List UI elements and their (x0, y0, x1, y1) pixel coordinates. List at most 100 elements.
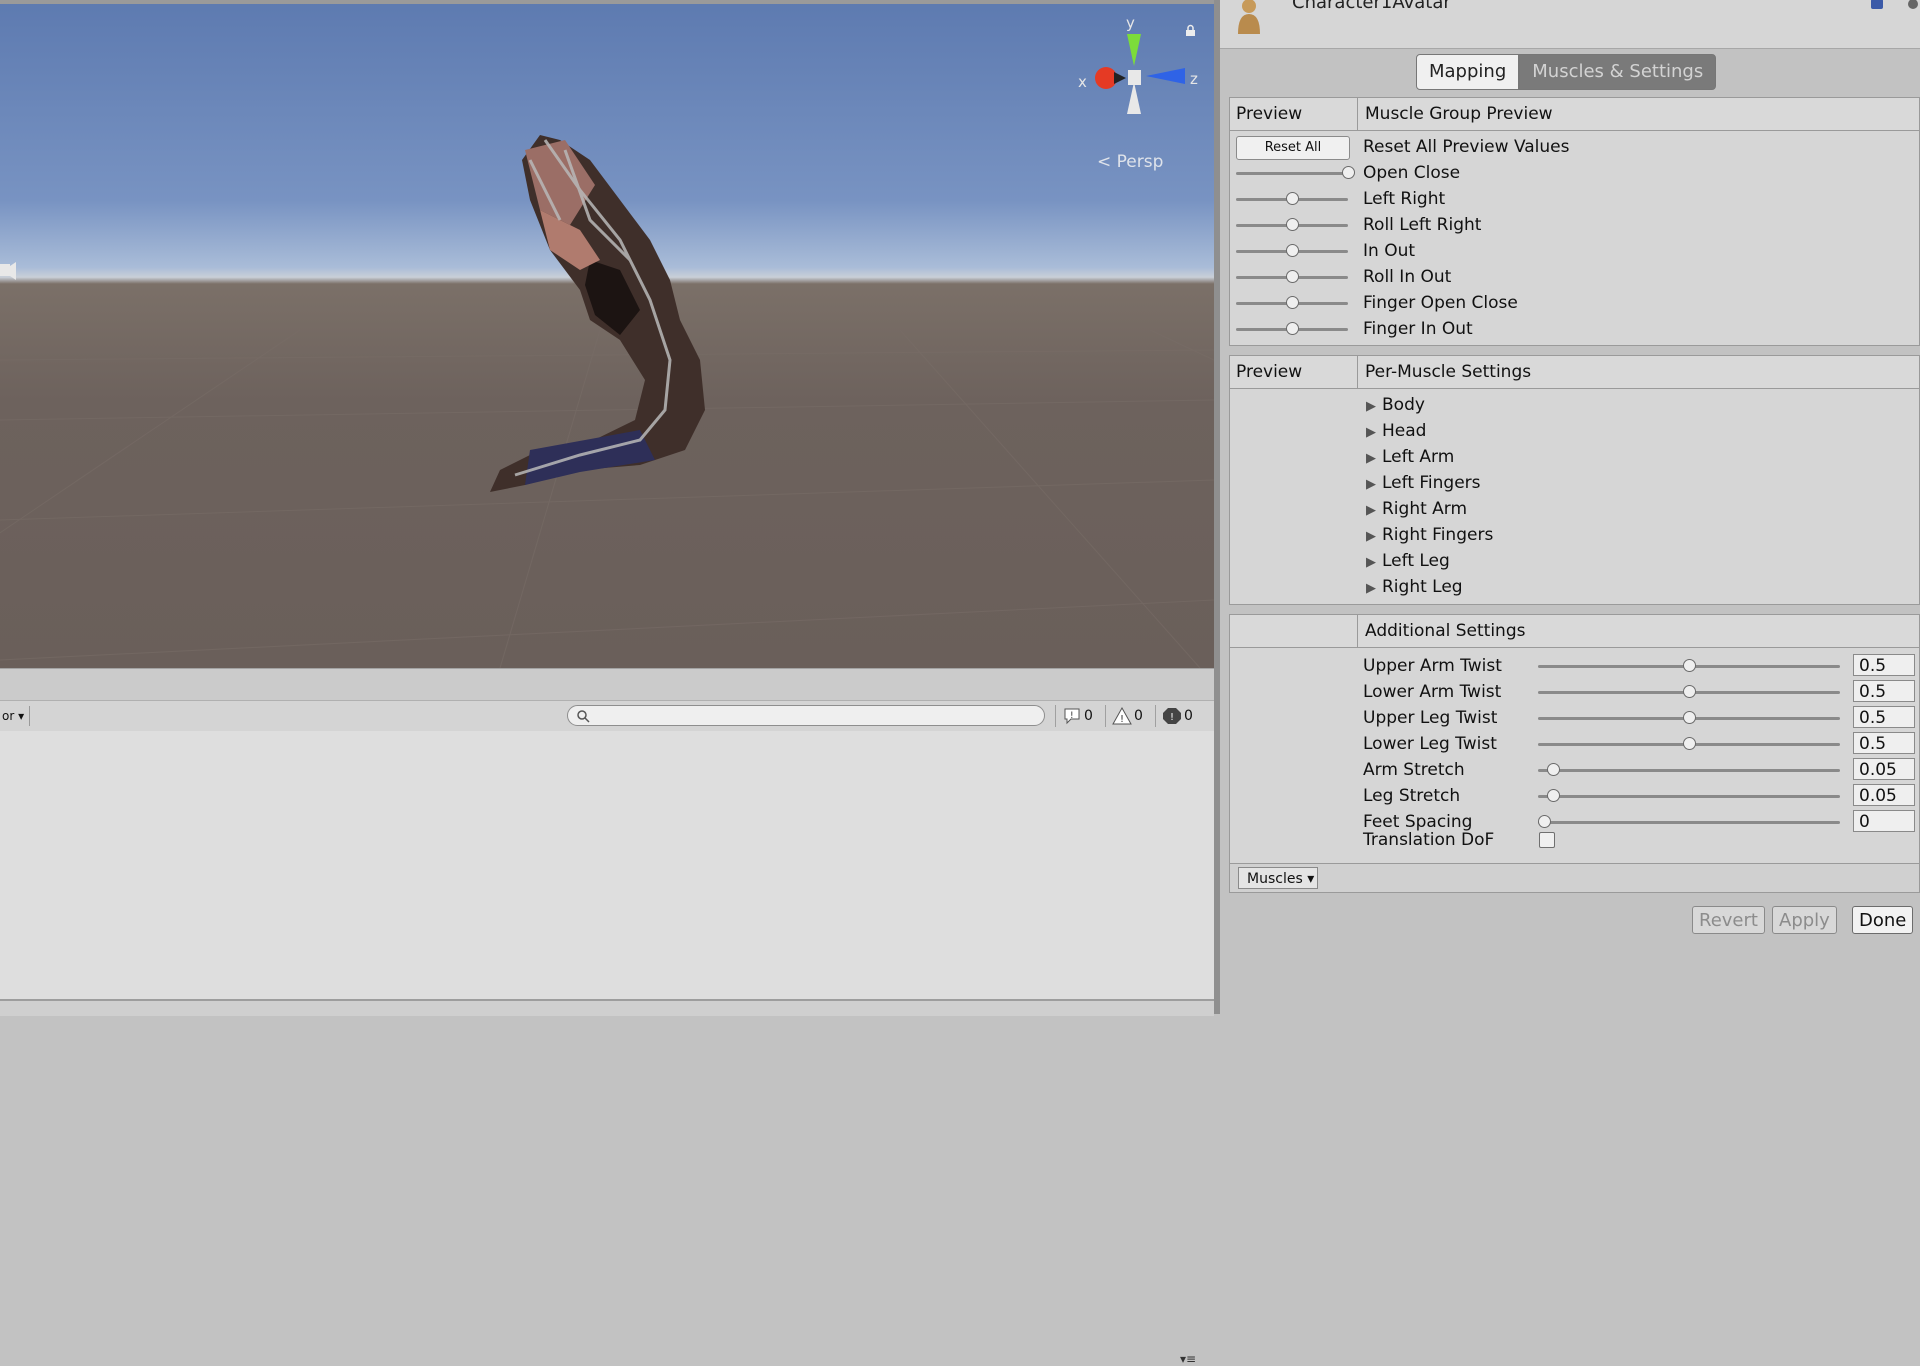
muscle-foldout-item[interactable]: ▶ Body (1366, 392, 1425, 420)
additional-setting-slider[interactable] (1538, 659, 1840, 672)
tab-mapping[interactable]: Mapping (1416, 54, 1520, 90)
foldout-arrow-icon[interactable]: ▶ (1366, 555, 1376, 570)
projection-toggle[interactable]: < Persp (1097, 152, 1163, 172)
muscle-group-slider[interactable] (1236, 218, 1348, 231)
gizmo-y-cone[interactable] (1127, 34, 1141, 66)
foldout-arrow-icon[interactable]: ▶ (1366, 503, 1376, 518)
additional-setting-slider[interactable] (1538, 711, 1840, 724)
gizmo-neg-x-cone[interactable] (1114, 72, 1126, 84)
settings-icon[interactable] (1906, 0, 1920, 10)
muscle-group-preview-title: Muscle Group Preview (1365, 104, 1553, 124)
additional-setting-slider[interactable] (1537, 815, 1840, 828)
foldout-arrow-icon[interactable]: ▶ (1366, 425, 1376, 440)
info-count: 0 (1084, 708, 1093, 724)
tab-muscles-settings[interactable]: Muscles & Settings (1519, 54, 1717, 90)
per-muscle-settings-panel: Preview Per-Muscle Settings ▶ Body ▶ Head ▶ L… (1229, 355, 1920, 605)
muscle-foldout-label: Left Fingers (1382, 473, 1481, 493)
console-search-input[interactable] (567, 705, 1045, 726)
foldout-arrow-icon[interactable]: ▶ (1366, 477, 1376, 492)
slider-thumb[interactable] (1546, 789, 1560, 802)
additional-setting-slider[interactable] (1538, 789, 1840, 802)
foldout-arrow-icon[interactable]: ▶ (1366, 451, 1376, 466)
muscles-bar: Muscles ▾ (1230, 863, 1919, 892)
muscle-group-slider[interactable] (1236, 166, 1355, 179)
gizmo-center-cube[interactable] (1128, 70, 1141, 85)
muscle-group-row: Open Close (1230, 160, 1919, 186)
help-icon[interactable] (1870, 0, 1884, 10)
lock-icon[interactable] (1184, 24, 1197, 37)
additional-setting-value-field[interactable]: 0.5 (1853, 706, 1915, 728)
muscle-group-slider[interactable] (1236, 192, 1348, 205)
preview-column-header: Preview (1230, 356, 1358, 388)
info-count-toggle[interactable]: ! 0 (1055, 705, 1105, 727)
slider-thumb[interactable] (1285, 244, 1299, 257)
axis-gizmo[interactable]: y x z (1070, 14, 1200, 134)
gizmo-x-label: x (1078, 73, 1087, 91)
slider-thumb[interactable] (1682, 737, 1696, 750)
muscle-foldout-item[interactable]: ▶ Right Arm (1366, 496, 1467, 524)
muscle-foldout-label: Right Fingers (1382, 525, 1494, 545)
additional-setting-value-field[interactable]: 0.05 (1853, 784, 1915, 806)
slider-thumb[interactable] (1682, 685, 1696, 698)
warning-count: 0 (1134, 708, 1143, 724)
slider-thumb[interactable] (1682, 659, 1696, 672)
muscle-foldout-item[interactable]: ▶ Right Fingers (1366, 522, 1493, 550)
muscle-foldout-item[interactable]: ▶ Head (1366, 418, 1426, 446)
muscle-foldout-item[interactable]: ▶ Left Arm (1366, 444, 1454, 472)
slider-thumb[interactable] (1285, 270, 1299, 283)
gizmo-z-cone[interactable] (1146, 68, 1185, 84)
additional-setting-value-field[interactable]: 0.05 (1853, 758, 1915, 780)
muscle-group-slider[interactable] (1236, 322, 1348, 335)
slider-thumb[interactable] (1682, 711, 1696, 724)
character-model[interactable] (470, 120, 790, 500)
muscle-group-slider[interactable] (1236, 244, 1348, 257)
per-muscle-settings-header: Preview Per-Muscle Settings (1230, 356, 1919, 389)
muscle-foldout-item[interactable]: ▶ Left Leg (1366, 548, 1450, 576)
error-count-toggle[interactable]: ! 0 (1155, 705, 1205, 727)
muscles-dropdown-label: Muscles (1247, 871, 1303, 887)
muscle-group-row: Roll In Out (1230, 264, 1919, 290)
slider-thumb[interactable] (1285, 192, 1299, 205)
foldout-arrow-icon[interactable]: ▶ (1366, 529, 1376, 544)
muscles-dropdown[interactable]: Muscles ▾ (1238, 867, 1318, 889)
gizmo-x-handle[interactable] (1095, 67, 1117, 89)
slider-thumb[interactable] (1341, 166, 1355, 179)
apply-button[interactable]: Apply (1772, 906, 1837, 934)
additional-setting-value-field[interactable]: 0.5 (1853, 654, 1915, 676)
additional-setting-value-field[interactable]: 0.5 (1853, 680, 1915, 702)
slider-thumb[interactable] (1546, 763, 1560, 776)
slider-thumb[interactable] (1285, 218, 1299, 231)
translation-dof-row: Translation DoF (1230, 827, 1919, 853)
additional-setting-row: Upper Leg Twist 0.5 (1230, 705, 1919, 731)
additional-setting-slider[interactable] (1538, 685, 1840, 698)
console-log-area[interactable] (0, 731, 1214, 999)
gizmo-neg-y-cone[interactable] (1127, 82, 1141, 114)
muscle-group-slider[interactable] (1236, 296, 1348, 309)
muscle-foldout-item[interactable]: ▶ Left Fingers (1366, 470, 1481, 498)
error-count: 0 (1184, 708, 1193, 724)
slider-thumb[interactable] (1285, 296, 1299, 309)
translation-dof-checkbox[interactable] (1539, 832, 1555, 848)
muscle-foldout-item[interactable]: ▶ Right Leg (1366, 574, 1463, 602)
warning-count-toggle[interactable]: ! 0 (1105, 705, 1155, 727)
done-button[interactable]: Done (1852, 906, 1914, 934)
projection-label: Persp (1116, 152, 1164, 172)
additional-settings-blank-column (1230, 615, 1358, 647)
muscle-group-row: Roll Left Right (1230, 212, 1919, 238)
additional-setting-slider[interactable] (1538, 763, 1840, 776)
console-menu-dropdown[interactable]: or ▾ (0, 706, 30, 726)
scene-view[interactable]: y x z < Persp (0, 0, 1214, 668)
preview-column-header: Preview (1230, 98, 1358, 130)
foldout-arrow-icon[interactable]: ▶ (1366, 399, 1376, 414)
additional-setting-slider[interactable] (1538, 737, 1840, 750)
foldout-arrow-icon[interactable]: ▶ (1366, 581, 1376, 596)
slider-thumb[interactable] (1285, 322, 1299, 335)
reset-all-button[interactable]: Reset All (1236, 136, 1350, 160)
additional-setting-row: Lower Arm Twist 0.5 (1230, 679, 1919, 705)
muscle-group-label: Finger In Out (1363, 319, 1473, 339)
muscle-group-label: Reset All Preview Values (1363, 137, 1570, 157)
muscle-group-slider[interactable] (1236, 270, 1348, 283)
additional-setting-value-field[interactable]: 0.5 (1853, 732, 1915, 754)
panel-menu-icon[interactable]: ▾≡ (1180, 1352, 1196, 1366)
revert-button[interactable]: Revert (1692, 906, 1765, 934)
